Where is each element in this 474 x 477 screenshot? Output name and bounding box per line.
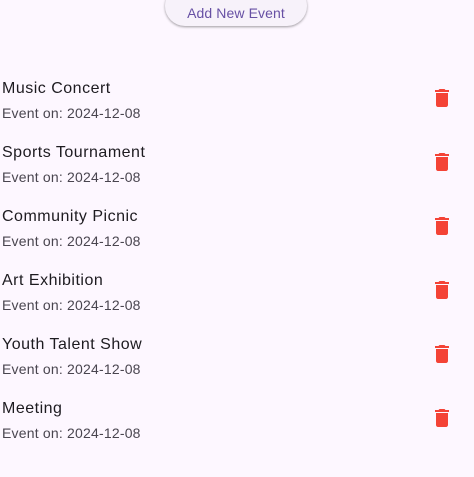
delete-event-button[interactable] <box>422 142 462 182</box>
event-list: Music Concert Event on: 2024-12-08 Sport… <box>0 66 474 450</box>
event-date-prefix: Event on: <box>2 169 68 185</box>
event-title: Community Picnic <box>2 208 139 225</box>
event-date-prefix: Event on: <box>2 425 68 441</box>
header: Add New Event <box>0 0 474 30</box>
event-date-prefix: Event on: <box>2 361 68 377</box>
event-item: Community Picnic Event on: 2024-12-08 <box>0 194 474 258</box>
delete-event-button[interactable] <box>422 78 462 118</box>
event-item: Youth Talent Show Event on: 2024-12-08 <box>0 322 474 386</box>
event-title: Youth Talent Show <box>2 336 143 353</box>
delete-icon <box>430 278 454 302</box>
event-date: Event on: 2024-12-08 <box>2 233 141 249</box>
event-date-value: 2024-12-08 <box>67 233 141 249</box>
event-date: Event on: 2024-12-08 <box>2 169 141 185</box>
event-title: Music Concert <box>2 80 111 97</box>
delete-event-button[interactable] <box>422 270 462 310</box>
delete-icon <box>430 86 454 110</box>
event-date-value: 2024-12-08 <box>67 297 141 313</box>
event-item: Meeting Event on: 2024-12-08 <box>0 386 474 450</box>
event-date: Event on: 2024-12-08 <box>2 425 141 441</box>
event-date: Event on: 2024-12-08 <box>2 297 141 313</box>
event-date-value: 2024-12-08 <box>67 425 141 441</box>
event-item: Music Concert Event on: 2024-12-08 <box>0 66 474 130</box>
event-title: Art Exhibition <box>2 272 104 289</box>
event-date-value: 2024-12-08 <box>67 361 141 377</box>
event-item: Art Exhibition Event on: 2024-12-08 <box>0 258 474 322</box>
event-date: Event on: 2024-12-08 <box>2 361 141 377</box>
event-date: Event on: 2024-12-08 <box>2 105 141 121</box>
add-new-event-button[interactable]: Add New Event <box>165 0 307 26</box>
event-title: Meeting <box>2 400 63 417</box>
delete-event-button[interactable] <box>422 206 462 246</box>
event-date-value: 2024-12-08 <box>67 105 141 121</box>
delete-icon <box>430 342 454 366</box>
delete-event-button[interactable] <box>422 398 462 438</box>
event-item: Sports Tournament Event on: 2024-12-08 <box>0 130 474 194</box>
event-date-prefix: Event on: <box>2 105 68 121</box>
delete-icon <box>430 214 454 238</box>
event-date-prefix: Event on: <box>2 233 68 249</box>
delete-icon <box>430 406 454 430</box>
event-date-prefix: Event on: <box>2 297 68 313</box>
event-date-value: 2024-12-08 <box>67 169 141 185</box>
event-title: Sports Tournament <box>2 144 146 161</box>
delete-icon <box>430 150 454 174</box>
delete-event-button[interactable] <box>422 334 462 374</box>
